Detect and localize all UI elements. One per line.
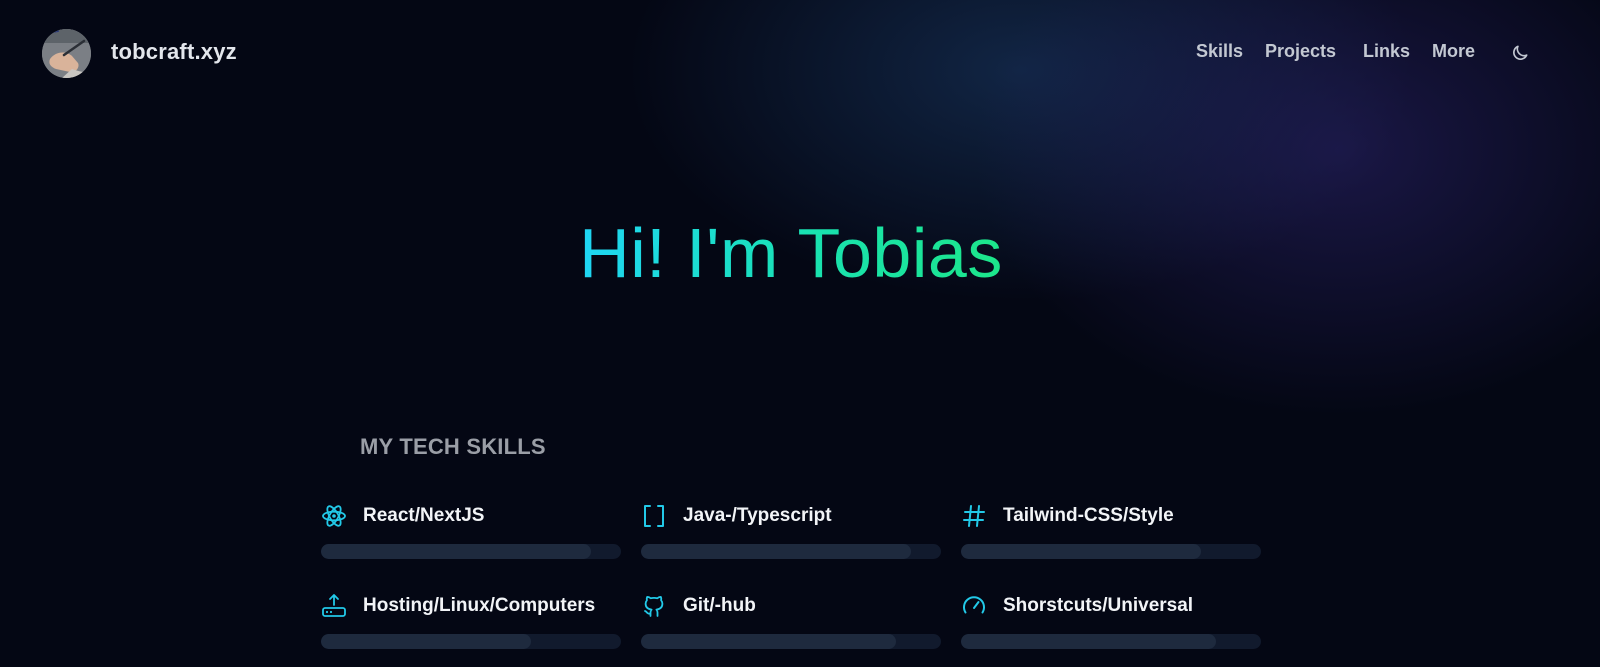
nav-projects[interactable]: Projects xyxy=(1265,41,1336,62)
react-icon xyxy=(322,505,346,527)
skill-progress-track xyxy=(961,634,1261,649)
gauge-icon xyxy=(963,596,985,614)
page: tobcraft.xyz Skills Projects Links More … xyxy=(0,0,1600,667)
skill-progress-fill xyxy=(641,634,896,649)
site-brand[interactable]: tobcraft.xyz xyxy=(111,39,237,65)
skill-tailwind-css: Tailwind-CSS/Style xyxy=(961,503,1261,575)
moon-icon xyxy=(1513,45,1528,60)
skill-progress-fill xyxy=(641,544,911,559)
skill-progress-track xyxy=(641,634,941,649)
skill-name: React/NextJS xyxy=(363,505,485,526)
skill-progress-fill xyxy=(321,634,531,649)
skill-progress-fill xyxy=(321,544,591,559)
router-upload-icon xyxy=(322,594,346,617)
skill-java-typescript: Java-/Typescript xyxy=(641,503,941,575)
skill-name: Shorstcuts/Universal xyxy=(1003,595,1194,616)
hero-title: Hi! I'm Tobias xyxy=(0,208,1582,298)
skill-progress-track xyxy=(961,544,1261,559)
nav-more[interactable]: More xyxy=(1432,41,1475,62)
theme-toggle-button[interactable] xyxy=(1510,43,1530,63)
skill-git-github: Git/-hub xyxy=(641,593,941,665)
skill-react-nextjs: React/NextJS xyxy=(321,503,621,575)
site-header: tobcraft.xyz Skills Projects Links More xyxy=(0,0,1600,106)
nav-skills[interactable]: Skills xyxy=(1196,41,1243,62)
skill-progress-track xyxy=(641,544,941,559)
skill-progress-fill xyxy=(961,544,1201,559)
skill-progress-track xyxy=(321,634,621,649)
skill-shortcuts-universal: Shorstcuts/Universal xyxy=(961,593,1261,665)
github-icon xyxy=(644,596,664,617)
skill-name: Tailwind-CSS/Style xyxy=(1003,505,1174,526)
brackets-icon xyxy=(644,505,664,527)
nav-links[interactable]: Links xyxy=(1363,41,1410,62)
skill-hosting-linux: Hosting/Linux/Computers xyxy=(321,593,621,665)
avatar-photo xyxy=(42,29,91,78)
skill-name: Hosting/Linux/Computers xyxy=(363,595,596,616)
skills-heading: MY TECH SKILLS xyxy=(360,434,546,459)
skill-progress-track xyxy=(321,544,621,559)
hero-title-text: Hi! I'm Tobias xyxy=(579,214,1003,292)
skill-progress-fill xyxy=(961,634,1216,649)
hash-icon xyxy=(963,505,985,527)
skill-name: Java-/Typescript xyxy=(683,505,832,526)
skill-name: Git/-hub xyxy=(683,595,756,616)
avatar[interactable] xyxy=(42,29,91,78)
